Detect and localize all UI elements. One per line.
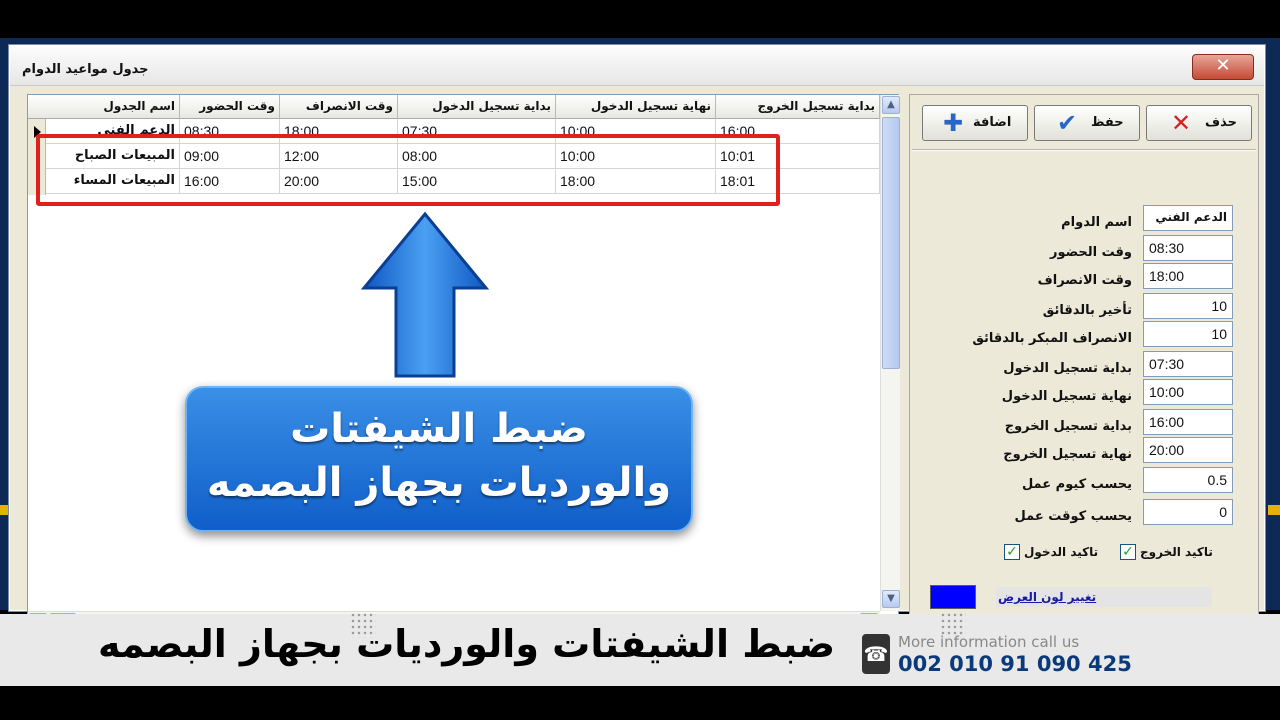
scroll-down-icon[interactable]: ▼: [882, 590, 900, 608]
banner-line-1: ضبط الشيفتات: [290, 406, 588, 452]
column-header-login-end[interactable]: نهاية تسجيل الدخول: [556, 95, 716, 119]
phone-number: 002 010 91 090 425: [898, 652, 1132, 676]
column-header-logout-start[interactable]: بداية تسجيل الخروج: [716, 95, 880, 119]
column-header-check-in[interactable]: وقت الحضور: [180, 95, 280, 119]
footer-title: ضبط الشيفتات والورديات بجهاز البصمه: [98, 622, 836, 666]
field-label-worktime-count: يحسب كوقت عمل: [1014, 509, 1132, 524]
field-label-check-in: وقت الحضور: [1049, 245, 1132, 260]
schedule-edit-panel: ✕ حذف ✔ حفظ ✚ اضافة اسم الدوام الدعم الف…: [909, 94, 1259, 632]
delete-button-label: حذف: [1205, 115, 1237, 130]
grid-header: اسم الجدول وقت الحضور وقت الانصراف بداية…: [28, 95, 880, 119]
close-icon: ✕: [1215, 55, 1231, 76]
confirm-logout-checkbox[interactable]: ✓: [1120, 544, 1136, 560]
column-header-login-start[interactable]: بداية تسجيل الدخول: [398, 95, 556, 119]
toolbar-divider: [912, 149, 1256, 151]
early-leave-minutes-input[interactable]: 10: [1143, 321, 1233, 347]
worktime-count-input[interactable]: 0: [1143, 499, 1233, 525]
logout-start-input[interactable]: 16:00: [1143, 409, 1233, 435]
banner-line-2: والورديات بجهاز البصمه: [206, 460, 672, 506]
save-button-label: حفظ: [1091, 115, 1124, 130]
title-bar: جدول مواعيد الدوام ✕: [10, 46, 1264, 86]
confirm-logout-label: تاكيد الخروج: [1140, 545, 1213, 559]
phone-icon: ☎: [862, 634, 890, 674]
add-button[interactable]: ✚ اضافة: [922, 105, 1028, 141]
display-color-swatch[interactable]: [930, 585, 976, 609]
vertical-scroll-thumb[interactable]: [882, 117, 900, 369]
change-color-link[interactable]: تغيير لون العرض: [996, 587, 1212, 607]
vertical-scrollbar[interactable]: ▲ ▼: [880, 95, 900, 611]
logout-end-input[interactable]: 20:00: [1143, 437, 1233, 463]
desktop-edge-right: [1268, 505, 1280, 515]
confirm-login-label: تاكيد الدخول: [1024, 545, 1099, 559]
add-button-label: اضافة: [973, 115, 1012, 130]
up-arrow-icon: [360, 211, 490, 378]
field-label-check-out: وقت الانصراف: [1037, 273, 1132, 288]
field-label-logout-end: نهاية تسجيل الخروج: [1003, 447, 1132, 462]
login-end-input[interactable]: 10:00: [1143, 379, 1233, 405]
field-label-early-leave-minutes: الانصراف المبكر بالدقائق: [972, 331, 1132, 346]
late-minutes-input[interactable]: 10: [1143, 293, 1233, 319]
field-label-late-minutes: تأخير بالدقائق: [1042, 303, 1132, 318]
schedule-name-input[interactable]: الدعم الفني: [1143, 205, 1233, 231]
close-icon: ✕: [1171, 109, 1192, 137]
promo-banner: ضبط الشيفتات والورديات بجهاز البصمه: [185, 386, 693, 532]
scroll-up-icon[interactable]: ▲: [882, 96, 900, 114]
column-header-schedule-name[interactable]: اسم الجدول: [46, 95, 180, 119]
confirm-login-checkbox[interactable]: ✓: [1004, 544, 1020, 560]
login-start-input[interactable]: 07:30: [1143, 351, 1233, 377]
field-label-schedule-name: اسم الدوام: [1061, 215, 1132, 230]
highlight-box: [36, 134, 780, 206]
check-in-time-input[interactable]: 08:30: [1143, 235, 1233, 261]
field-label-login-start: بداية تسجيل الدخول: [1003, 361, 1132, 376]
save-button[interactable]: ✔ حفظ: [1034, 105, 1140, 141]
workday-count-input[interactable]: 0.5: [1143, 467, 1233, 493]
field-label-logout-start: بداية تسجيل الخروج: [1004, 419, 1132, 434]
check-icon: ✔: [1057, 109, 1078, 137]
screen: جدول مواعيد الدوام ✕ اسم الجدول وقت الحض…: [0, 0, 1280, 720]
field-label-workday-count: يحسب كيوم عمل: [1021, 477, 1132, 492]
field-label-login-end: نهاية تسجيل الدخول: [1001, 389, 1132, 404]
plus-icon: ✚: [943, 109, 964, 137]
more-info-text: More information call us: [898, 633, 1080, 651]
column-header-check-out[interactable]: وقت الانصراف: [280, 95, 398, 119]
window-title: جدول مواعيد الدوام: [22, 62, 149, 77]
window-close-button[interactable]: ✕: [1192, 54, 1254, 80]
delete-button[interactable]: ✕ حذف: [1146, 105, 1252, 141]
check-out-time-input[interactable]: 18:00: [1143, 263, 1233, 289]
